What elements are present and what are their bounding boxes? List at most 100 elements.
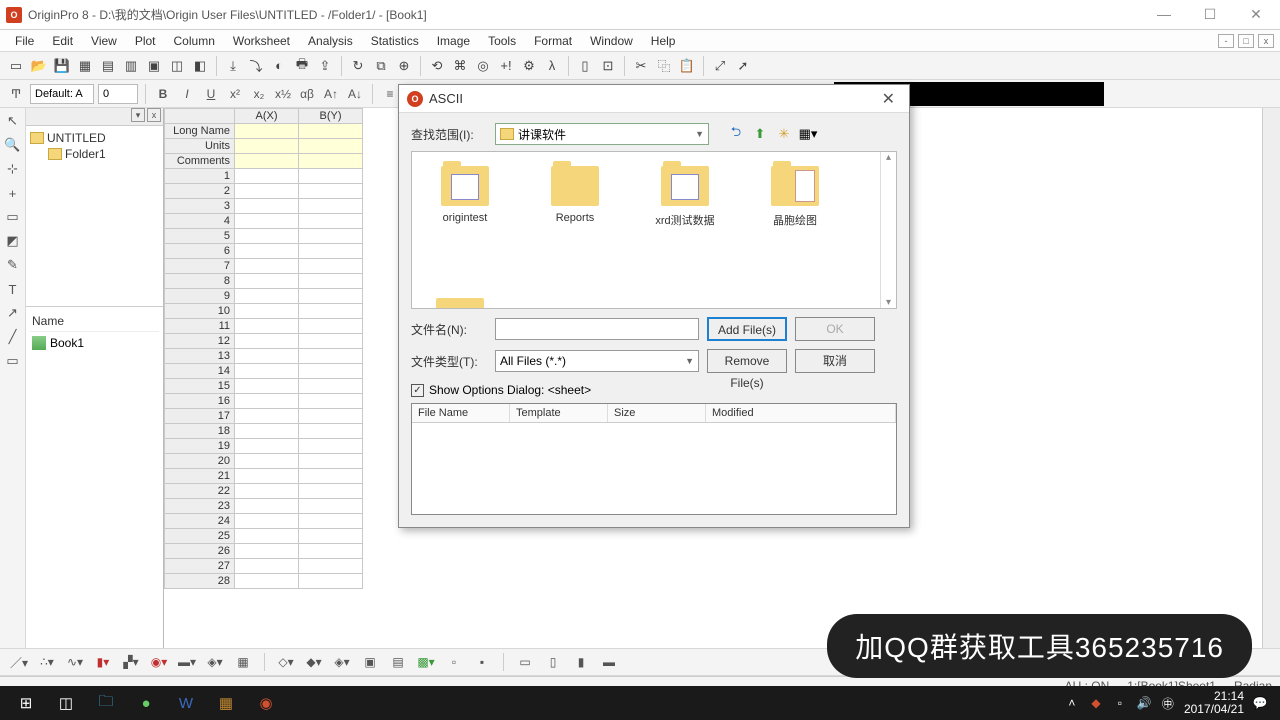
file-browser[interactable]: origintest Reports xrd测试数据 晶胞绘图 ▴ ▾ bbox=[411, 151, 897, 309]
menu-statistics[interactable]: Statistics bbox=[362, 32, 428, 50]
line-plot-icon[interactable]: ／▾ bbox=[8, 652, 30, 672]
row-header[interactable]: 11 bbox=[165, 319, 235, 334]
template-4-icon[interactable]: ▣ bbox=[359, 652, 381, 672]
menu-plot[interactable]: Plot bbox=[126, 32, 165, 50]
dialog-titlebar[interactable]: O ASCII ✕ bbox=[399, 85, 909, 113]
menu-analysis[interactable]: Analysis bbox=[299, 32, 362, 50]
row-header[interactable]: 4 bbox=[165, 214, 235, 229]
row-header[interactable]: 22 bbox=[165, 484, 235, 499]
row-header[interactable]: 23 bbox=[165, 499, 235, 514]
row-header[interactable]: 21 bbox=[165, 469, 235, 484]
import-single-icon[interactable]: ⤓ bbox=[223, 56, 243, 76]
row-header[interactable]: 8 bbox=[165, 274, 235, 289]
copy-icon[interactable]: ⿻ bbox=[654, 56, 674, 76]
scatter-plot-icon[interactable]: ∴▾ bbox=[36, 652, 58, 672]
selection-tool-icon[interactable]: ▭ bbox=[4, 208, 22, 226]
cut-icon[interactable]: ✂ bbox=[631, 56, 651, 76]
print-icon[interactable]: 🖶 bbox=[292, 56, 312, 76]
menu-help[interactable]: Help bbox=[642, 32, 685, 50]
template-2-icon[interactable]: ◆▾ bbox=[303, 652, 325, 672]
tray-volume-icon[interactable]: 🔊 bbox=[1136, 695, 1152, 711]
tray-ime-icon[interactable]: ㊥ bbox=[1160, 695, 1176, 711]
digitize-icon[interactable]: ⊡ bbox=[598, 56, 618, 76]
code-icon[interactable]: ⌘ bbox=[450, 56, 470, 76]
text-tool-icon[interactable]: T bbox=[4, 280, 22, 298]
text-tool-icon[interactable]: Ͳ bbox=[6, 84, 26, 104]
duplicate-icon[interactable]: ⧉ bbox=[371, 56, 391, 76]
col-modified[interactable]: Modified bbox=[706, 404, 896, 422]
mask-1-icon[interactable]: ▭ bbox=[514, 652, 536, 672]
col-header-b[interactable]: B(Y) bbox=[299, 109, 363, 124]
row-header[interactable]: 12 bbox=[165, 334, 235, 349]
pie-plot-icon[interactable]: ◉▾ bbox=[148, 652, 170, 672]
mdi-close[interactable]: x bbox=[1258, 34, 1274, 48]
zoom-icon[interactable]: ⊕ bbox=[394, 56, 414, 76]
bold-button[interactable]: B bbox=[153, 84, 173, 104]
rescale-icon[interactable]: ⤢ bbox=[710, 56, 730, 76]
row-header[interactable]: 16 bbox=[165, 394, 235, 409]
menu-tools[interactable]: Tools bbox=[479, 32, 525, 50]
import-multi-icon[interactable]: ⤵ bbox=[246, 56, 266, 76]
dialog-close-button[interactable]: ✕ bbox=[876, 89, 901, 109]
font-select[interactable] bbox=[30, 84, 94, 104]
folder-item[interactable]: origintest bbox=[430, 166, 500, 224]
filename-input[interactable] bbox=[495, 318, 699, 340]
row-header[interactable]: 15 bbox=[165, 379, 235, 394]
row-header[interactable]: 17 bbox=[165, 409, 235, 424]
pe-dropdown-icon[interactable]: ▾ bbox=[131, 108, 145, 122]
book-item[interactable]: Book1 bbox=[30, 332, 159, 354]
remove-files-button[interactable]: Remove File(s) bbox=[707, 349, 787, 373]
template-1-icon[interactable]: ◇▾ bbox=[275, 652, 297, 672]
menu-view[interactable]: View bbox=[82, 32, 126, 50]
row-header[interactable]: 3 bbox=[165, 199, 235, 214]
menu-image[interactable]: Image bbox=[428, 32, 479, 50]
line-symbol-icon[interactable]: ∿▾ bbox=[64, 652, 86, 672]
reader-tool-icon[interactable]: ⊹ bbox=[4, 160, 22, 178]
menu-format[interactable]: Format bbox=[525, 32, 581, 50]
underline-button[interactable]: U bbox=[201, 84, 221, 104]
task-view-icon[interactable]: ◫ bbox=[46, 688, 86, 718]
mask-4-icon[interactable]: ▬ bbox=[598, 652, 620, 672]
bar-plot-icon[interactable]: ▬▾ bbox=[176, 652, 198, 672]
new-matrix-icon[interactable]: ▣ bbox=[144, 56, 164, 76]
font-size-select[interactable] bbox=[98, 84, 138, 104]
row-header[interactable]: 13 bbox=[165, 349, 235, 364]
row-header[interactable]: 14 bbox=[165, 364, 235, 379]
menu-file[interactable]: File bbox=[6, 32, 43, 50]
save-icon[interactable]: 💾 bbox=[52, 56, 72, 76]
row-header[interactable]: 18 bbox=[165, 424, 235, 439]
mask-3-icon[interactable]: ▮ bbox=[570, 652, 592, 672]
template-3-icon[interactable]: ◈▾ bbox=[331, 652, 353, 672]
new-folder-icon[interactable]: ✳ bbox=[775, 125, 793, 143]
template-6-icon[interactable]: ▩▾ bbox=[415, 652, 437, 672]
scroll-down-icon[interactable]: ▾ bbox=[881, 297, 896, 308]
back-icon[interactable]: ⮌ bbox=[727, 125, 745, 143]
name-column-header[interactable]: Name bbox=[30, 311, 159, 332]
tray-clock[interactable]: 21:14 2017/04/21 bbox=[1184, 690, 1244, 716]
open-icon[interactable]: 📂 bbox=[29, 56, 49, 76]
row-header[interactable]: 26 bbox=[165, 544, 235, 559]
template-5-icon[interactable]: ▤ bbox=[387, 652, 409, 672]
vertical-scrollbar[interactable] bbox=[1262, 108, 1280, 668]
menu-worksheet[interactable]: Worksheet bbox=[224, 32, 299, 50]
folder-item[interactable]: 晶胞绘图 bbox=[760, 166, 830, 228]
origin-taskbar-icon[interactable]: ◉ bbox=[246, 688, 286, 718]
file-browser-scrollbar[interactable]: ▴ ▾ bbox=[880, 152, 896, 308]
row-header[interactable]: 7 bbox=[165, 259, 235, 274]
supersub-button[interactable]: x½ bbox=[273, 84, 293, 104]
import-wizard-icon[interactable]: ◐ bbox=[269, 56, 289, 76]
row-header[interactable]: 19 bbox=[165, 439, 235, 454]
row-comments[interactable]: Comments bbox=[165, 154, 235, 169]
subscript-button[interactable]: x₂ bbox=[249, 84, 269, 104]
new-notes-icon[interactable]: ◧ bbox=[190, 56, 210, 76]
minimize-button[interactable]: — bbox=[1150, 6, 1178, 23]
filetype-select[interactable]: All Files (*.*) ▼ bbox=[495, 350, 699, 372]
zoom-tool-icon[interactable]: 🔍 bbox=[4, 136, 22, 154]
pointer-icon[interactable]: ➚ bbox=[733, 56, 753, 76]
add-col-icon[interactable]: +! bbox=[496, 56, 516, 76]
mask-tool-icon[interactable]: ◩ bbox=[4, 232, 22, 250]
3d-plot-icon[interactable]: ◈▾ bbox=[204, 652, 226, 672]
italic-button[interactable]: I bbox=[177, 84, 197, 104]
pointer-tool-icon[interactable]: ↖ bbox=[4, 112, 22, 130]
export-icon[interactable]: ⇪ bbox=[315, 56, 335, 76]
